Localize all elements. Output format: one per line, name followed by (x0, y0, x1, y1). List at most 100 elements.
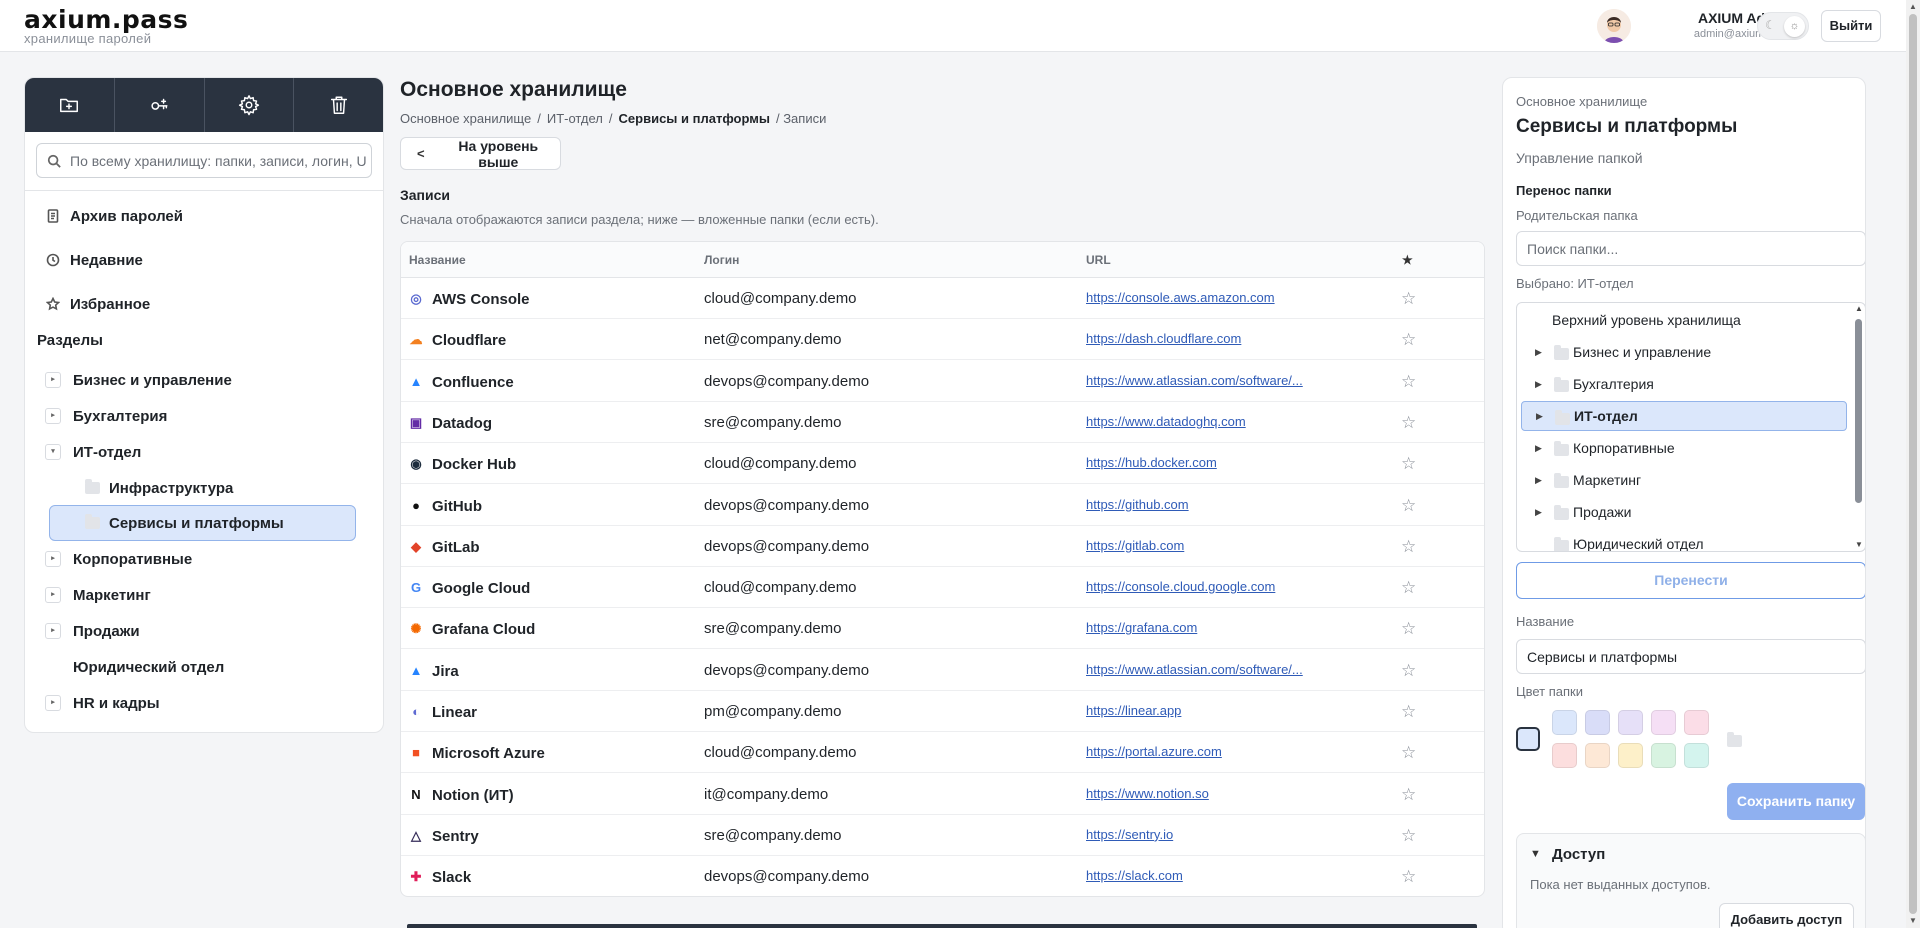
record-login[interactable]: devops@company.demo (704, 538, 869, 555)
expand-toggle-icon[interactable]: ▸ (45, 587, 61, 603)
app-logo[interactable]: axium.pass (24, 6, 188, 34)
tree-item-infrastructure[interactable]: Инфраструктура (85, 470, 375, 506)
add-access-button[interactable]: Добавить доступ (1719, 903, 1854, 928)
record-login[interactable]: pm@company.demo (704, 703, 842, 720)
tree-item-legal[interactable]: Юридический отдел (25, 649, 383, 685)
favorite-star-icon[interactable]: ☆ (1401, 743, 1416, 763)
column-login[interactable]: Логин (704, 253, 739, 267)
record-url-link[interactable]: https://console.cloud.google.com (1086, 579, 1275, 594)
expand-toggle-icon[interactable]: ▸ (45, 408, 61, 424)
theme-toggle[interactable]: ☾ ☼ (1757, 12, 1809, 40)
record-name[interactable]: Docker Hub (432, 456, 516, 473)
record-name[interactable]: Jira (432, 663, 459, 680)
tree-item-marketing[interactable]: ▸ Маркетинг (25, 577, 383, 613)
favorite-star-icon[interactable]: ☆ (1401, 496, 1416, 516)
table-row[interactable]: ▣ Datadog sre@company.demo https://www.data… (401, 402, 1484, 443)
tree-scrollbar[interactable]: ▲ ▼ (1853, 303, 1865, 551)
table-row[interactable]: ■ Microsoft Azure cloud@company.demo https:… (401, 732, 1484, 774)
record-login[interactable]: it@company.demo (704, 786, 828, 803)
tree-option-marketing[interactable]: ▶ Маркетинг (1517, 465, 1849, 495)
favorite-star-icon[interactable]: ☆ (1401, 289, 1416, 309)
record-name[interactable]: Datadog (432, 415, 492, 432)
table-row[interactable]: △ Sentry sre@company.demo https://sentry.io… (401, 815, 1484, 856)
expand-arrow-icon[interactable]: ▶ (1535, 507, 1542, 518)
tree-option-top-level[interactable]: Верхний уровень хранилища (1517, 305, 1849, 335)
record-url-link[interactable]: https://hub.docker.com (1086, 455, 1217, 470)
expand-arrow-icon[interactable]: ▶ (1535, 475, 1542, 486)
table-row[interactable]: ▲ Confluence devops@company.demo https://ww… (401, 361, 1484, 402)
logout-button[interactable]: Выйти (1821, 10, 1881, 42)
column-url[interactable]: URL (1086, 253, 1111, 267)
color-swatch[interactable] (1684, 710, 1709, 735)
page-scrollbar-thumb[interactable] (1909, 14, 1917, 914)
access-heading[interactable]: Доступ (1552, 846, 1605, 863)
record-login[interactable]: cloud@company.demo (704, 744, 857, 761)
vault-search-input[interactable] (70, 144, 366, 177)
expand-arrow-icon[interactable]: ▶ (1535, 443, 1542, 454)
favorite-star-icon[interactable]: ☆ (1401, 372, 1416, 392)
record-name[interactable]: Microsoft Azure (432, 745, 545, 762)
breadcrumb-vault[interactable]: Основное хранилище (400, 111, 531, 126)
expand-toggle-icon[interactable]: ▸ (45, 695, 61, 711)
expand-toggle-icon[interactable]: ▸ (45, 623, 61, 639)
favorite-star-icon[interactable]: ☆ (1401, 619, 1416, 639)
color-swatch[interactable] (1552, 743, 1577, 768)
record-login[interactable]: devops@company.demo (704, 662, 869, 679)
vault-search[interactable] (36, 143, 372, 178)
nav-password-archive[interactable]: Архив паролей (46, 204, 183, 228)
color-swatch[interactable] (1585, 710, 1610, 735)
table-row[interactable]: ✚ Slack devops@company.demo https://slack.c… (401, 856, 1484, 896)
record-url-link[interactable]: https://dash.cloudflare.com (1086, 331, 1241, 346)
record-name[interactable]: Confluence (432, 374, 514, 391)
record-login[interactable]: devops@company.demo (704, 497, 869, 514)
record-login[interactable]: cloud@company.demo (704, 579, 857, 596)
color-swatch[interactable] (1651, 743, 1676, 768)
color-swatch[interactable] (1618, 710, 1643, 735)
table-row[interactable]: ◐ Linear pm@company.demo https://linear.app… (401, 691, 1484, 732)
up-level-button[interactable]: < На уровень выше (400, 137, 561, 170)
scroll-up-icon[interactable]: ▲ (1909, 2, 1917, 11)
tree-option-accounting[interactable]: ▶ Бухгалтерия (1517, 369, 1849, 399)
tree-option-it-selected[interactable]: ▶ ИТ-отдел (1521, 401, 1847, 431)
avatar[interactable] (1597, 9, 1631, 43)
table-row[interactable]: ☁ Cloudflare net@company.demo https://dash.… (401, 319, 1484, 361)
record-name[interactable]: AWS Console (432, 291, 530, 308)
favorite-star-icon[interactable]: ☆ (1401, 702, 1416, 722)
record-url-link[interactable]: https://sentry.io (1086, 827, 1173, 842)
expand-arrow-icon[interactable]: ▶ (1535, 347, 1542, 358)
color-swatch-default-selected[interactable] (1516, 727, 1540, 751)
new-record-button[interactable] (115, 78, 205, 132)
tree-item-sales[interactable]: ▸ Продажи (25, 613, 383, 649)
new-folder-button[interactable] (25, 78, 115, 132)
tree-item-services[interactable]: Сервисы и платформы (85, 505, 355, 541)
favorite-star-icon[interactable]: ☆ (1401, 661, 1416, 681)
favorite-star-icon[interactable]: ☆ (1401, 537, 1416, 557)
tree-scrollbar-thumb[interactable] (1855, 319, 1862, 503)
expand-toggle-icon[interactable]: ▸ (45, 372, 61, 388)
record-url-link[interactable]: https://console.aws.amazon.com (1086, 290, 1275, 305)
favorite-star-icon[interactable]: ☆ (1401, 578, 1416, 598)
record-url-link[interactable]: https://grafana.com (1086, 620, 1197, 635)
table-row[interactable]: ▲ Jira devops@company.demo https://www.atla… (401, 650, 1484, 691)
scroll-down-icon[interactable]: ▼ (1855, 540, 1863, 549)
color-swatch[interactable] (1585, 743, 1610, 768)
scroll-up-icon[interactable]: ▲ (1855, 304, 1863, 313)
record-url-link[interactable]: https://github.com (1086, 497, 1189, 512)
favorite-star-icon[interactable]: ☆ (1401, 413, 1416, 433)
tree-item-it[interactable]: ▾ ИТ-отдел (25, 434, 383, 470)
tree-option-sales[interactable]: ▶ Продажи (1517, 497, 1849, 527)
record-name[interactable]: Google Cloud (432, 580, 530, 597)
save-folder-button[interactable]: Сохранить папку (1727, 783, 1865, 820)
record-login[interactable]: sre@company.demo (704, 827, 842, 844)
trash-button[interactable] (294, 78, 383, 132)
table-row[interactable]: ◎ AWS Console cloud@company.demo https://co… (401, 278, 1484, 319)
color-swatch[interactable] (1552, 710, 1577, 735)
tree-item-hr[interactable]: ▸ HR и кадры (25, 685, 383, 721)
breadcrumb-it[interactable]: ИТ-отдел (547, 111, 603, 126)
tree-item-accounting[interactable]: ▸ Бухгалтерия (25, 398, 383, 434)
record-login[interactable]: cloud@company.demo (704, 455, 857, 472)
record-name[interactable]: Sentry (432, 828, 479, 845)
tree-item-corporate[interactable]: ▸ Корпоративные (25, 541, 383, 577)
color-swatch[interactable] (1684, 743, 1709, 768)
table-row[interactable]: ◆ GitLab devops@company.demo https://gitlab… (401, 526, 1484, 567)
